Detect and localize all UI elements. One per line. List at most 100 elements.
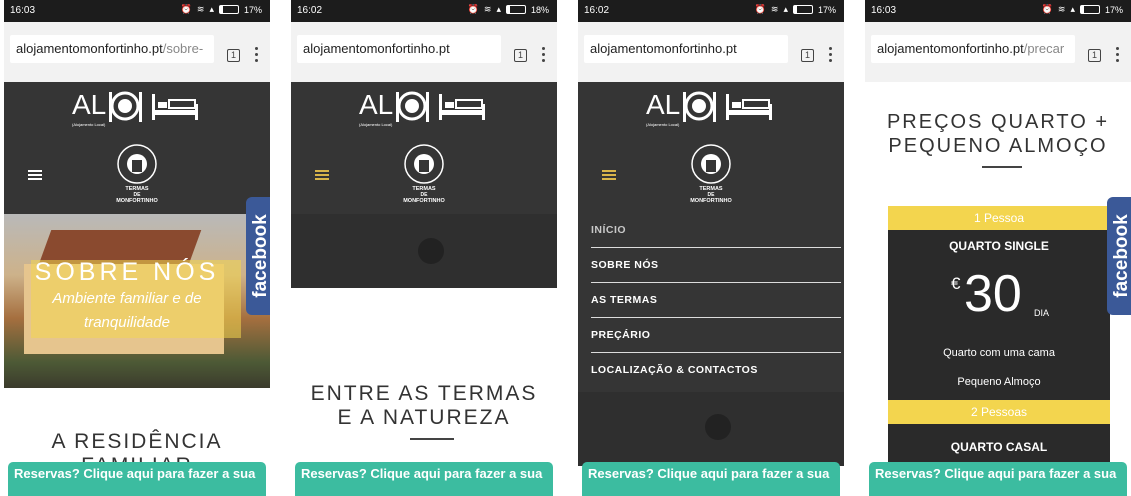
phone-screen-menu-open: 16:02 ⏰ ≋ ▴ 17% alojamentomonfortinho.pt… [578,0,844,496]
menu-item-precario[interactable]: PREÇÁRIO [591,319,841,353]
reservation-button[interactable]: Reservas? Clique aqui para fazer a sua [869,462,1127,496]
tab-switcher-icon[interactable]: 1 [801,49,814,62]
facebook-tab[interactable]: facebook [1107,197,1131,315]
logo-text: AL [72,89,106,120]
hero-subtitle-2: tranquilidade [84,314,170,331]
plate-cutlery-icon [396,91,429,122]
alarm-icon: ⏰ [754,4,766,14]
logo-text: AL [646,89,680,120]
menu-item-localizacao[interactable]: LOCALIZAÇÃO & CONTACTOS [591,354,841,387]
address-bar[interactable]: alojamentomonfortinho.pt [297,35,501,63]
loading-spinner [418,238,444,264]
al-logo: AL (Alojamento Local) [646,89,772,127]
title-underline [410,438,454,440]
bed-icon [726,94,772,120]
url-domain: alojamentomonfortinho.pt [590,41,737,56]
hamburger-menu-icon[interactable] [602,170,616,180]
bed-icon [439,94,485,120]
logo-subtext: (Alojamento Local) [72,122,106,127]
facebook-tab-label: facebook [250,214,270,298]
url-domain: alojamentomonfortinho.pt [877,41,1024,56]
site-header: AL (Alojamento Local) TERMAS DE MONFORTI… [4,82,270,214]
reservation-button[interactable]: Reservas? Clique aqui para fazer a sua [8,462,266,496]
wifi-icon: ≋ [196,4,205,14]
price-amount: 30 [964,265,1022,323]
price-card: 1 Pessoa QUARTO SINGLE € 30 DIA Quarto c… [888,206,1110,466]
room-feature-1: Quarto com uma cama [943,347,1055,359]
phone-screen-precario: 16:03 ⏰ ≋ ▴ 17% alojamentomonfortinho.pt… [865,0,1131,496]
status-bar: 16:02 ⏰ ≋ ▴ 18% [291,0,557,22]
price-band-2-persons: 2 Pessoas [888,400,1110,424]
alarm-icon: ⏰ [467,4,479,14]
reservation-button[interactable]: Reservas? Clique aqui para fazer a sua [582,462,840,496]
battery-percent: 17% [1104,4,1123,15]
signal-icon: ▴ [783,4,788,14]
nav-menu: INÍCIO SOBRE NÓS AS TERMAS PREÇÁRIO LOCA… [578,214,844,392]
status-icons: ⏰ ≋ ▴ 17% [1042,4,1123,15]
al-logo: AL (Alojamento Local) [72,89,198,127]
phone-screen-sobre-nos: 16:03 ⏰ ≋ ▴ 17% alojamentomonfortinho.pt… [4,0,270,496]
browser-menu-icon[interactable] [829,47,833,63]
status-icons: ⏰ ≋ ▴ 17% [755,4,836,15]
signal-icon: ▴ [1070,4,1075,14]
menu-item-inicio[interactable]: INÍCIO [591,214,841,248]
price-band-1-person: 1 Pessoa [888,206,1110,230]
room-feature-2: Pequeno Almoço [957,376,1041,388]
hero-subtitle-1: Ambiente familiar e de [52,290,202,307]
url-domain: alojamentomonfortinho.pt [16,41,163,56]
wifi-icon: ≋ [483,4,492,14]
logo-text: AL [359,89,393,120]
logo-subtext: (Alojamento Local) [646,122,680,127]
alarm-icon: ⏰ [1041,4,1053,14]
crest-line-3: MONFORTINHO [116,198,158,204]
phone-screen-home: 16:02 ⏰ ≋ ▴ 18% alojamentomonfortinho.pt… [291,0,557,496]
address-bar[interactable]: alojamentomonfortinho.pt/sobre- [10,35,214,63]
signal-icon: ▴ [209,4,214,14]
status-bar: 16:03 ⏰ ≋ ▴ 17% [865,0,1131,22]
logo-subtext: (Alojamento Local) [359,122,393,127]
status-bar: 16:02 ⏰ ≋ ▴ 17% [578,0,844,22]
hero-title: SOBRE NÓS [34,258,220,286]
loading-spinner [705,414,731,440]
status-time: 16:02 [297,5,323,16]
site-header: AL (Alojamento Local) TERMAS DE MONFORTI… [291,82,557,214]
section-title-line-2: PEQUENO ALMOÇO [888,135,1108,157]
browser-toolbar: alojamentomonfortinho.pt/precar 1 [865,22,1131,82]
alarm-icon: ⏰ [180,4,192,14]
battery-icon [1079,5,1100,14]
reservation-button[interactable]: Reservas? Clique aqui para fazer a sua [295,462,553,496]
url-domain: alojamentomonfortinho.pt [303,41,450,56]
hamburger-menu-icon[interactable] [315,170,329,180]
wifi-icon: ≋ [770,4,779,14]
price-unit: DIA [1034,308,1050,318]
tab-switcher-icon[interactable]: 1 [227,49,240,62]
crest-line-3: MONFORTINHO [403,198,445,204]
browser-menu-icon[interactable] [542,47,546,63]
battery-icon [792,5,813,14]
section-title-line-1: ENTRE AS TERMAS [310,382,538,405]
residencia-crest-logo: TERMAS DE MONFORTINHO [690,144,732,204]
status-time: 16:03 [871,5,897,16]
menu-item-as-termas[interactable]: AS TERMAS [591,284,841,318]
tab-switcher-icon[interactable]: 1 [1088,49,1101,62]
url-path: /precar [1023,41,1065,56]
address-bar[interactable]: alojamentomonfortinho.pt [584,35,788,63]
price-value-group: € 30 DIA [888,266,1110,328]
url-path: /sobre- [162,41,204,56]
signal-icon: ▴ [496,4,501,14]
browser-menu-icon[interactable] [255,47,259,63]
browser-menu-icon[interactable] [1116,47,1120,63]
battery-icon [218,5,239,14]
battery-percent: 17% [243,4,262,15]
menu-item-sobre-nos[interactable]: SOBRE NÓS [591,249,841,283]
battery-percent: 18% [530,4,549,15]
address-bar[interactable]: alojamentomonfortinho.pt/precar [871,35,1075,63]
crest-line-3: MONFORTINHO [690,198,732,204]
battery-percent: 17% [817,4,836,15]
hamburger-menu-icon[interactable] [28,170,42,180]
status-icons: ⏰ ≋ ▴ 17% [181,4,262,15]
tab-switcher-icon[interactable]: 1 [514,49,527,62]
al-logo: AL (Alojamento Local) [359,89,485,127]
room-single-label: QUARTO SINGLE [949,239,1049,253]
facebook-tab[interactable]: facebook [246,197,270,315]
